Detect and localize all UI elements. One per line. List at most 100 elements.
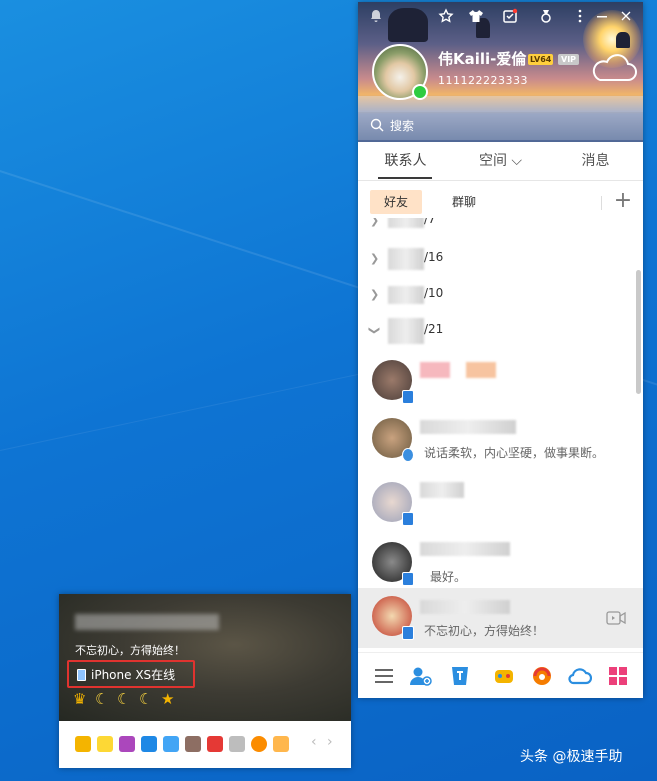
subtab-friends[interactable]: 好友 bbox=[370, 190, 423, 214]
medal-icon[interactable] bbox=[536, 8, 556, 28]
phone-icon bbox=[77, 669, 86, 681]
moon-icon: ☾ bbox=[139, 690, 153, 708]
weiyun-cloud-icon[interactable] bbox=[568, 664, 592, 688]
qq-number: 111122223333 bbox=[438, 74, 528, 87]
vip-star-icon[interactable] bbox=[75, 736, 91, 752]
chevron-down-icon: ❯ bbox=[368, 325, 382, 336]
main-menu-icon[interactable] bbox=[372, 664, 396, 688]
contact-name-redacted bbox=[420, 420, 516, 434]
close-icon[interactable] bbox=[616, 8, 636, 28]
add-friend-icon[interactable] bbox=[408, 664, 432, 688]
profile-card-service-icons: ‹ › bbox=[59, 721, 351, 768]
device-status-highlight: iPhone XS在线 bbox=[67, 660, 195, 688]
bottom-toolbar bbox=[358, 652, 643, 698]
contact-name-redacted bbox=[420, 542, 510, 556]
pet-icon[interactable] bbox=[273, 736, 289, 752]
gift-icon[interactable] bbox=[185, 736, 201, 752]
tab-messages[interactable]: 消息 bbox=[548, 142, 643, 180]
contact-name-redacted bbox=[420, 362, 450, 378]
browser-icon[interactable] bbox=[530, 664, 554, 688]
group-row[interactable]: ❯ /16 bbox=[358, 242, 643, 278]
video-call-icon[interactable] bbox=[606, 610, 626, 626]
profile-header: 伟Kaili-爱倫 LV64 VIP 111122223333 bbox=[358, 2, 643, 142]
crown-icon: ♛ bbox=[73, 690, 87, 708]
contact-row[interactable] bbox=[358, 352, 643, 414]
card-name-redacted bbox=[75, 614, 219, 630]
group-name-redacted bbox=[388, 248, 424, 270]
contact-name-redacted bbox=[420, 482, 464, 498]
device-status-text: iPhone XS在线 bbox=[91, 668, 176, 682]
chevron-right-icon: ❯ bbox=[370, 218, 380, 227]
online-status-dot[interactable] bbox=[412, 84, 428, 100]
main-tabs: 联系人 空间 ⌵ 消息 bbox=[358, 142, 643, 181]
group-row[interactable]: ❯ /7 bbox=[358, 218, 643, 240]
group-row[interactable]: ❯ /10 bbox=[358, 278, 643, 314]
contact-subtabs: 好友 群聊 + bbox=[358, 186, 643, 218]
contact-row[interactable] bbox=[358, 474, 643, 536]
contact-signature: 说话柔软，内心坚硬，做事果断。 bbox=[424, 446, 605, 460]
mail-icon[interactable] bbox=[229, 736, 245, 752]
contact-signature: 不忘初心，方得始终！ bbox=[424, 624, 545, 638]
more-icon[interactable] bbox=[570, 8, 590, 28]
tab-contacts[interactable]: 联系人 bbox=[358, 142, 453, 180]
star-icon[interactable] bbox=[97, 736, 113, 752]
weather-cloud-icon[interactable] bbox=[588, 54, 638, 84]
qq-show-icon[interactable] bbox=[119, 736, 135, 752]
vip-badge: VIP bbox=[558, 54, 580, 65]
user-nickname: 伟Kaili-爱倫 bbox=[438, 50, 527, 68]
contact-name-redacted bbox=[466, 362, 496, 378]
phone-online-icon bbox=[402, 626, 414, 640]
bell-icon[interactable] bbox=[366, 8, 386, 28]
group-date: /16 bbox=[424, 250, 444, 264]
prev-arrow-icon[interactable]: ‹ bbox=[311, 734, 317, 750]
clothes-icon[interactable] bbox=[466, 8, 486, 28]
search-icon bbox=[370, 118, 384, 132]
phone-online-icon bbox=[402, 512, 414, 526]
video-icon[interactable] bbox=[207, 736, 223, 752]
group-row[interactable]: ❯ /21 bbox=[358, 314, 643, 350]
phone-online-icon bbox=[402, 390, 414, 404]
apps-grid-icon[interactable] bbox=[606, 664, 630, 688]
contact-row-selected[interactable]: 不忘初心，方得始终！ bbox=[358, 588, 643, 648]
profile-card-header: 不忘初心，方得始终！ iPhone XS在线 ♛ ☾ ☾ ☾ ★ bbox=[59, 594, 351, 721]
crown-star-icon[interactable] bbox=[436, 8, 456, 28]
contact-row[interactable]: 最好。 bbox=[358, 534, 643, 596]
search-bar bbox=[358, 112, 643, 140]
subtab-groups[interactable]: 群聊 bbox=[438, 190, 490, 214]
contact-signature: 最好。 bbox=[430, 570, 467, 584]
minimize-icon[interactable] bbox=[592, 8, 612, 28]
photo-icon[interactable] bbox=[141, 736, 157, 752]
contact-row[interactable]: 说话柔软，内心坚硬，做事果断。 bbox=[358, 410, 643, 472]
level-badge: LV64 bbox=[528, 54, 554, 65]
star-icon: ★ bbox=[161, 690, 175, 708]
tab-qzone[interactable]: 空间 ⌵ bbox=[453, 142, 548, 180]
list-scrollbar[interactable] bbox=[636, 270, 641, 394]
chevron-right-icon: ❯ bbox=[370, 288, 380, 301]
friend-list: ❯ /7 ❯ /16 ❯ /10 ❯ /21 说话柔软，内心坚硬，做事果断。 最… bbox=[358, 218, 643, 648]
group-date: /10 bbox=[424, 286, 444, 300]
divider bbox=[601, 196, 602, 210]
header-toolbar bbox=[366, 8, 636, 30]
star-status-icon bbox=[402, 448, 414, 462]
active-tab-indicator bbox=[378, 177, 432, 179]
next-arrow-icon[interactable]: › bbox=[327, 734, 333, 750]
calendar-icon[interactable] bbox=[500, 8, 520, 28]
group-date: /7 bbox=[424, 218, 436, 226]
group-date: /21 bbox=[424, 322, 444, 336]
search-input[interactable] bbox=[390, 116, 630, 136]
contact-name-redacted bbox=[420, 600, 510, 614]
contact-profile-card: 不忘初心，方得始终！ iPhone XS在线 ♛ ☾ ☾ ☾ ★ ‹ › bbox=[59, 594, 351, 768]
add-icon[interactable]: + bbox=[610, 188, 636, 214]
moon-icon: ☾ bbox=[95, 690, 109, 708]
moon-icon: ☾ bbox=[117, 690, 131, 708]
phone-online-icon bbox=[402, 572, 414, 586]
header-background-tree bbox=[616, 32, 630, 48]
group-name-redacted bbox=[388, 218, 424, 228]
music-icon[interactable] bbox=[251, 736, 267, 752]
chevron-right-icon: ❯ bbox=[370, 252, 380, 265]
game-icon[interactable] bbox=[492, 664, 516, 688]
card-signature: 不忘初心，方得始终！ bbox=[75, 644, 185, 657]
security-shield-icon[interactable] bbox=[163, 736, 179, 752]
app-store-icon[interactable] bbox=[448, 664, 472, 688]
qq-main-panel: 伟Kaili-爱倫 LV64 VIP 111122223333 联系人 空间 ⌵… bbox=[358, 2, 643, 698]
